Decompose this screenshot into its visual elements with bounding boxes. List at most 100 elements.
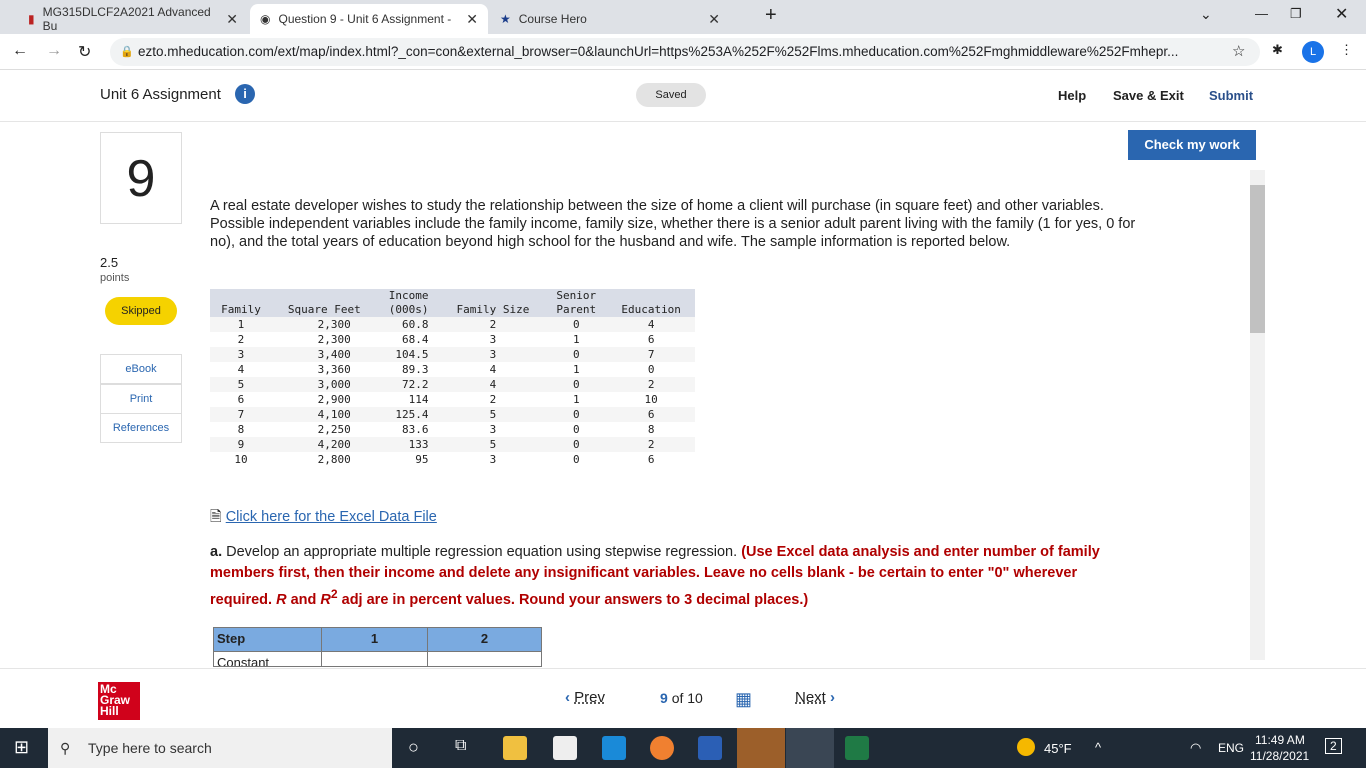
table-cell: 3: [210, 347, 272, 362]
chevron-down-icon[interactable]: ⌄: [1200, 6, 1212, 23]
scrollbar[interactable]: [1250, 170, 1265, 660]
back-icon[interactable]: ←: [12, 42, 28, 60]
task-view-icon[interactable]: ⧉: [455, 737, 466, 755]
header-line: Parent: [556, 303, 597, 316]
table-cell: 4,200: [271, 437, 377, 452]
tab-course-hero[interactable]: ★ Course Hero ✕: [490, 4, 730, 34]
print-button[interactable]: Print: [100, 384, 182, 414]
table-cell: 9: [210, 437, 272, 452]
file-explorer-icon[interactable]: [503, 736, 527, 760]
table-cell: 3: [489, 453, 497, 466]
vpn-icon[interactable]: [650, 736, 674, 760]
clock-date[interactable]: 11/28/2021: [1250, 749, 1309, 763]
mail-icon[interactable]: [602, 736, 626, 760]
table-cell: 4: [440, 377, 546, 392]
close-icon[interactable]: ✕: [226, 11, 238, 28]
table-cell: 0: [545, 437, 608, 452]
new-tab-button[interactable]: +: [765, 4, 777, 27]
instructions-2: adj are in percent values. Round your an…: [341, 591, 809, 608]
table-row: 6 2,900 114 2 1 10: [210, 392, 695, 407]
column-header: Family Size: [440, 289, 546, 317]
table-cell: 6: [607, 407, 695, 422]
data-table: Family Square Feet Income (000s) Family Size…: [210, 289, 695, 467]
and-text: and: [290, 591, 317, 608]
r2-symbol: R: [320, 591, 331, 608]
extensions-icon[interactable]: ✱: [1272, 42, 1283, 58]
excel-icon[interactable]: [845, 736, 869, 760]
prev-button[interactable]: ‹ Prev: [565, 689, 605, 706]
next-button[interactable]: Next ›: [795, 689, 835, 706]
column-header: Education: [607, 289, 695, 317]
header-line: Education: [621, 303, 681, 316]
table-cell: 1: [572, 363, 580, 376]
table-cell: 2,900: [317, 393, 351, 406]
table-cell: 0: [572, 453, 580, 466]
constant-step-1-input[interactable]: [322, 652, 428, 666]
table-cell: 4,100: [271, 407, 377, 422]
table-cell: 3,000: [271, 377, 377, 392]
cortana-icon[interactable]: ○: [408, 737, 419, 758]
tab-title: MG315DLCF2A2021 Advanced Bu: [42, 5, 211, 33]
column-header: Square Feet: [271, 289, 377, 317]
help-link[interactable]: Help: [1058, 88, 1086, 103]
chevron-up-icon[interactable]: ^: [1095, 740, 1101, 755]
windows-start-icon[interactable]: ⊞: [14, 737, 29, 758]
close-window-button[interactable]: ✕: [1335, 4, 1348, 24]
edge-icon[interactable]: [737, 728, 785, 768]
notification-icon[interactable]: 2: [1325, 738, 1342, 754]
info-icon[interactable]: i: [235, 84, 255, 104]
references-button[interactable]: References: [100, 413, 182, 443]
tab-title: Course Hero: [518, 12, 587, 26]
taskbar-search-input[interactable]: ⚲ Type here to search: [48, 728, 392, 768]
store-icon[interactable]: [553, 736, 577, 760]
table-row: 8 2,250 83.6 3 0 8: [210, 422, 695, 437]
table-cell: 1: [210, 317, 272, 332]
word-icon[interactable]: [698, 736, 722, 760]
check-my-work-button[interactable]: Check my work: [1128, 130, 1256, 160]
clock-time[interactable]: 11:49 AM: [1255, 733, 1305, 747]
grid-icon[interactable]: ▦: [735, 690, 752, 708]
close-icon[interactable]: ✕: [708, 11, 720, 28]
chrome-icon[interactable]: [786, 728, 834, 768]
points-value: 2.5: [100, 255, 119, 270]
table-cell: 10: [644, 393, 658, 406]
table-cell: 2: [440, 317, 546, 332]
table-cell: 95: [415, 453, 429, 466]
constant-step-2-input[interactable]: [428, 652, 541, 666]
app-header: Unit 6 Assignment i Saved Help Save & Ex…: [0, 70, 1366, 122]
wifi-icon[interactable]: ◠: [1190, 740, 1201, 756]
table-cell: 7: [607, 347, 695, 362]
temperature[interactable]: 45°F: [1044, 741, 1072, 756]
bookmark-star-icon[interactable]: ☆: [1232, 42, 1245, 60]
table-cell: 2,300: [271, 317, 377, 332]
tab-question[interactable]: ◉ Question 9 - Unit 6 Assignment - ✕: [250, 4, 488, 34]
superscript: 2: [330, 587, 338, 601]
restore-button[interactable]: ❐: [1290, 6, 1302, 22]
tab-mg315[interactable]: ▮ MG315DLCF2A2021 Advanced Bu ✕: [18, 4, 248, 34]
table-row: 1 2,300 60.8 2 0 4: [210, 317, 695, 332]
save-exit-link[interactable]: Save & Exit: [1113, 88, 1184, 103]
language-indicator[interactable]: ENG: [1218, 741, 1244, 755]
forward-icon[interactable]: →: [46, 42, 62, 60]
header-line: Square Feet: [287, 303, 361, 316]
menu-icon[interactable]: ⋮: [1340, 42, 1353, 58]
table-cell: 3: [489, 333, 497, 346]
table-row: 5 3,000 72.2 4 0 2: [210, 377, 695, 392]
url-input[interactable]: 🔒 ezto.mheducation.com/ext/map/index.html…: [110, 38, 1260, 66]
ebook-button[interactable]: eBook: [100, 354, 182, 384]
table-cell: 6: [237, 393, 245, 406]
table-cell: 0: [572, 423, 580, 436]
reload-icon[interactable]: ↻: [78, 42, 91, 62]
table-cell: 7: [210, 407, 272, 422]
minimize-button[interactable]: —: [1255, 6, 1268, 21]
table-row: 3 3,400 104.5 3 0 7: [210, 347, 695, 362]
table-cell: 2: [607, 437, 695, 452]
excel-link[interactable]: 🗎 Click here for the Excel Data File: [210, 506, 437, 531]
close-icon[interactable]: ✕: [466, 11, 478, 28]
table-cell: 125.4: [376, 407, 441, 422]
submit-link[interactable]: Submit: [1209, 88, 1253, 103]
question-number: 9: [100, 132, 182, 224]
excel-link-text[interactable]: Click here for the Excel Data File: [226, 509, 437, 525]
avatar[interactable]: L: [1302, 41, 1324, 63]
header-line: Family Size: [456, 303, 530, 316]
